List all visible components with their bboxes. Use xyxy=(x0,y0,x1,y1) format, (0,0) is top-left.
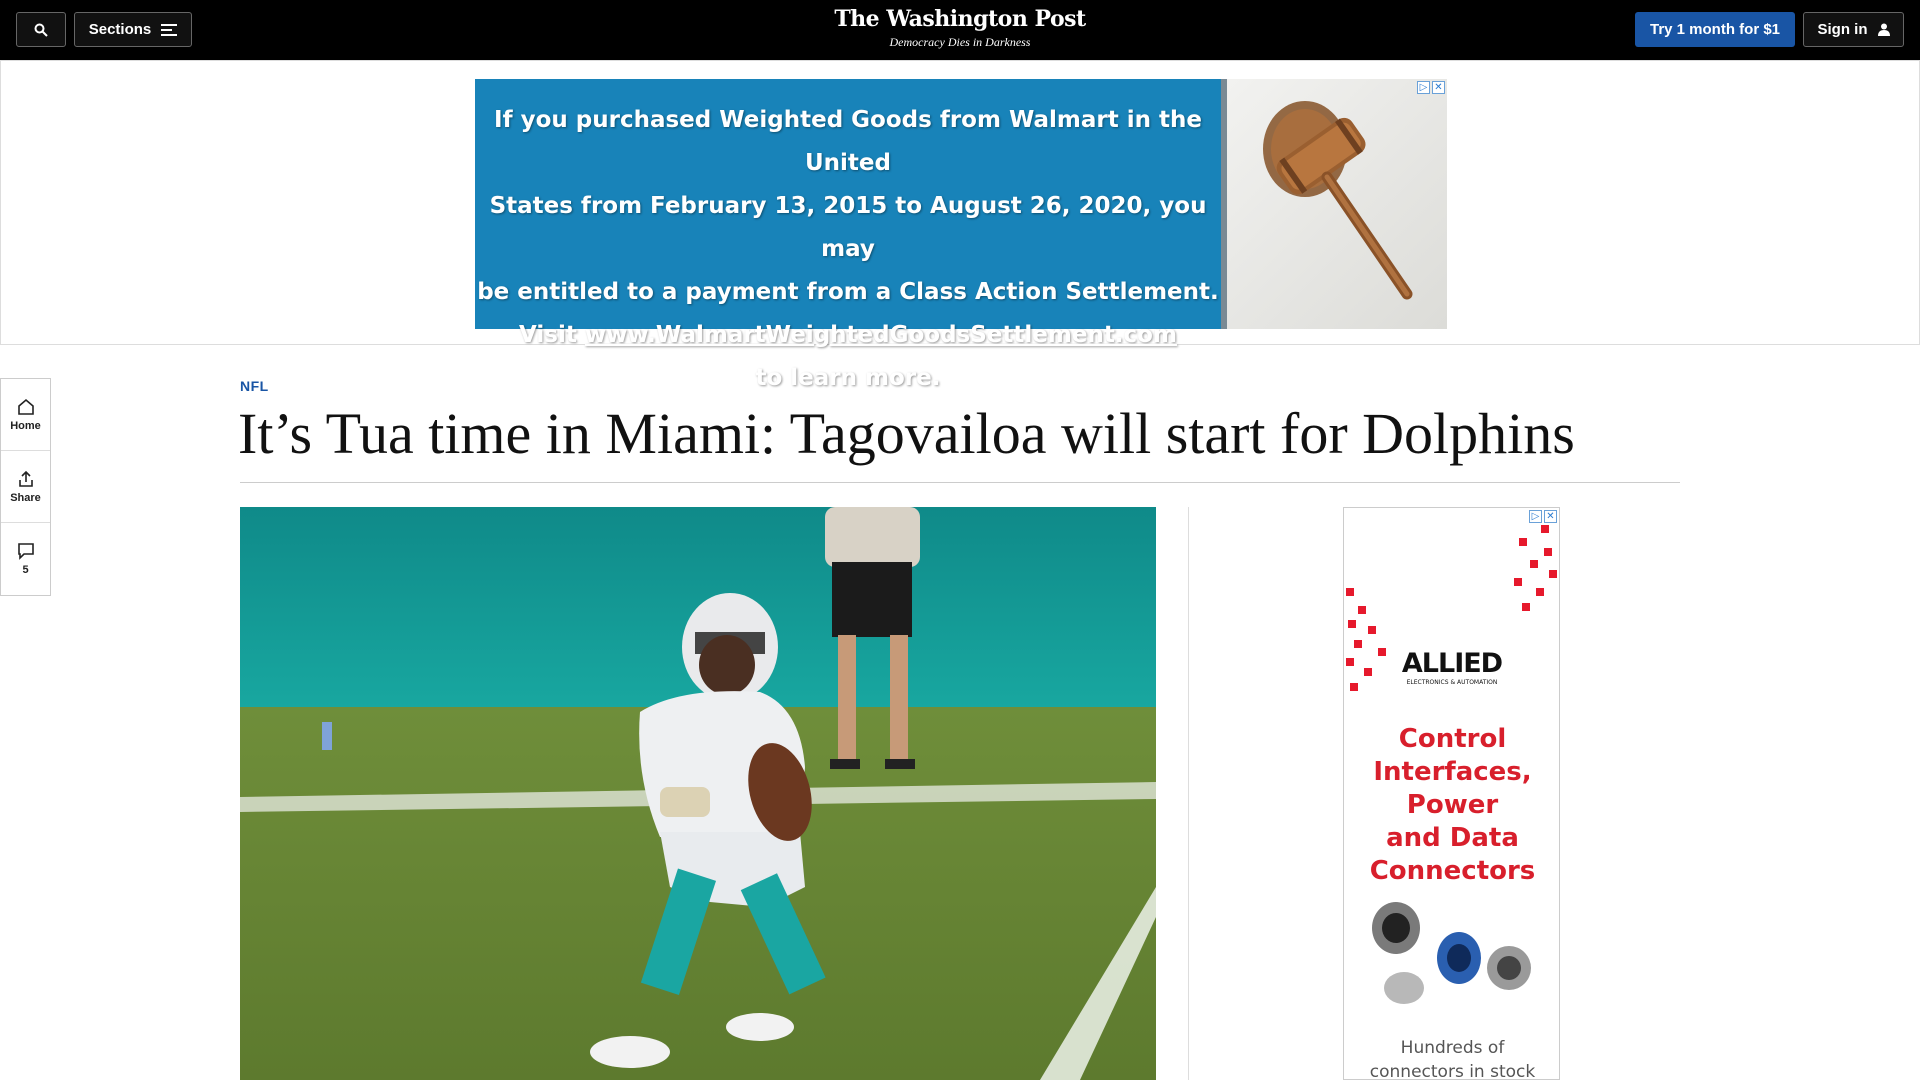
comments-button[interactable]: 5 xyxy=(1,523,50,595)
ad-line: Visit www.WalmartWeightedGoodsSettlement… xyxy=(475,314,1221,357)
sign-in-button[interactable]: Sign in xyxy=(1803,12,1904,47)
ad-footer-line: connectors in stock xyxy=(1369,1062,1536,1080)
article-headline: It’s Tua time in Miami: Tagovailoa will … xyxy=(238,401,1575,466)
subscribe-trial-button[interactable]: Try 1 month for $1 xyxy=(1635,12,1795,47)
top-navigation-bar: Sections The Washington Post Democracy D… xyxy=(0,0,1920,60)
share-button[interactable]: Share xyxy=(1,451,50,523)
close-ad-icon[interactable]: ✕ xyxy=(1544,510,1557,523)
ad-pitch-line: and Data xyxy=(1386,823,1519,853)
ad-line: If you purchased Weighted Goods from Wal… xyxy=(494,107,1202,176)
allied-electronics-ad[interactable]: ▷ ✕ ALLIED ELECTRONICS & AUTOMATION Cont… xyxy=(1343,507,1560,1080)
share-label: Share xyxy=(10,491,41,504)
football-player-image xyxy=(240,507,1156,1080)
adchoices-icon[interactable]: ▷ xyxy=(1417,81,1430,94)
settlement-ad[interactable]: If you purchased Weighted Goods from Wal… xyxy=(475,79,1447,391)
ad-pitch-line: Interfaces, xyxy=(1373,757,1532,787)
headline-divider xyxy=(240,482,1680,483)
ad-choices[interactable]: ▷ ✕ xyxy=(1417,81,1445,94)
ad-pitch-line: Control xyxy=(1398,724,1507,754)
home-label: Home xyxy=(10,419,41,432)
ad-settlement-link[interactable]: www.WalmartWeightedGoodsSettlement.com xyxy=(585,322,1177,348)
ad-line: to learn more. xyxy=(755,365,941,391)
ad-pitch-line: Power xyxy=(1406,790,1499,820)
close-ad-icon[interactable]: ✕ xyxy=(1432,81,1445,94)
gavel-icon xyxy=(1263,101,1413,300)
ad-footer-line: Hundreds of xyxy=(1400,1038,1505,1058)
ad-footer: Hundreds of connectors in stock xyxy=(1344,1036,1559,1080)
comments-count: 5 xyxy=(22,564,29,576)
home-button[interactable]: Home xyxy=(1,379,50,451)
search-button[interactable] xyxy=(16,12,66,47)
ad-pitch-line: Connectors xyxy=(1369,856,1536,886)
search-icon xyxy=(34,23,48,37)
allied-logo: ALLIED ELECTRONICS & AUTOMATION xyxy=(1392,648,1512,686)
section-kicker-link[interactable]: NFL xyxy=(240,378,269,394)
home-icon xyxy=(17,398,34,415)
sections-label: Sections xyxy=(88,21,152,38)
side-ad-choices[interactable]: ▷ ✕ xyxy=(1529,510,1557,523)
left-utility-rail: Home Share 5 xyxy=(0,378,51,596)
column-divider xyxy=(1188,507,1189,1080)
user-icon xyxy=(1877,23,1890,36)
adchoices-icon[interactable]: ▷ xyxy=(1529,510,1542,523)
masthead-title: The Washington Post xyxy=(834,6,1086,32)
sections-button[interactable]: Sections xyxy=(74,12,192,47)
masthead-logo[interactable]: The Washington Post Democracy Dies in Da… xyxy=(760,6,1160,50)
lead-photo[interactable] xyxy=(240,507,1156,1080)
settlement-ad-text: If you purchased Weighted Goods from Wal… xyxy=(475,79,1221,391)
ad-line: States from February 13, 2015 to August … xyxy=(489,193,1207,262)
ad-visit-label: Visit xyxy=(519,322,585,348)
ad-pitch: Control Interfaces, Power and Data Conne… xyxy=(1344,723,1559,888)
allied-brand: ALLIED xyxy=(1401,648,1503,679)
allied-brand-sub: ELECTRONICS & AUTOMATION xyxy=(1406,679,1498,686)
share-icon xyxy=(18,470,33,487)
top-ad-container: If you purchased Weighted Goods from Wal… xyxy=(0,60,1920,391)
menu-icon xyxy=(161,23,178,36)
gavel-image: ▷ ✕ xyxy=(1227,79,1447,329)
comment-icon xyxy=(17,543,34,560)
sign-in-label: Sign in xyxy=(1817,21,1868,38)
ad-line: be entitled to a payment from a Class Ac… xyxy=(477,279,1219,305)
masthead-tagline: Democracy Dies in Darkness xyxy=(889,35,1031,49)
